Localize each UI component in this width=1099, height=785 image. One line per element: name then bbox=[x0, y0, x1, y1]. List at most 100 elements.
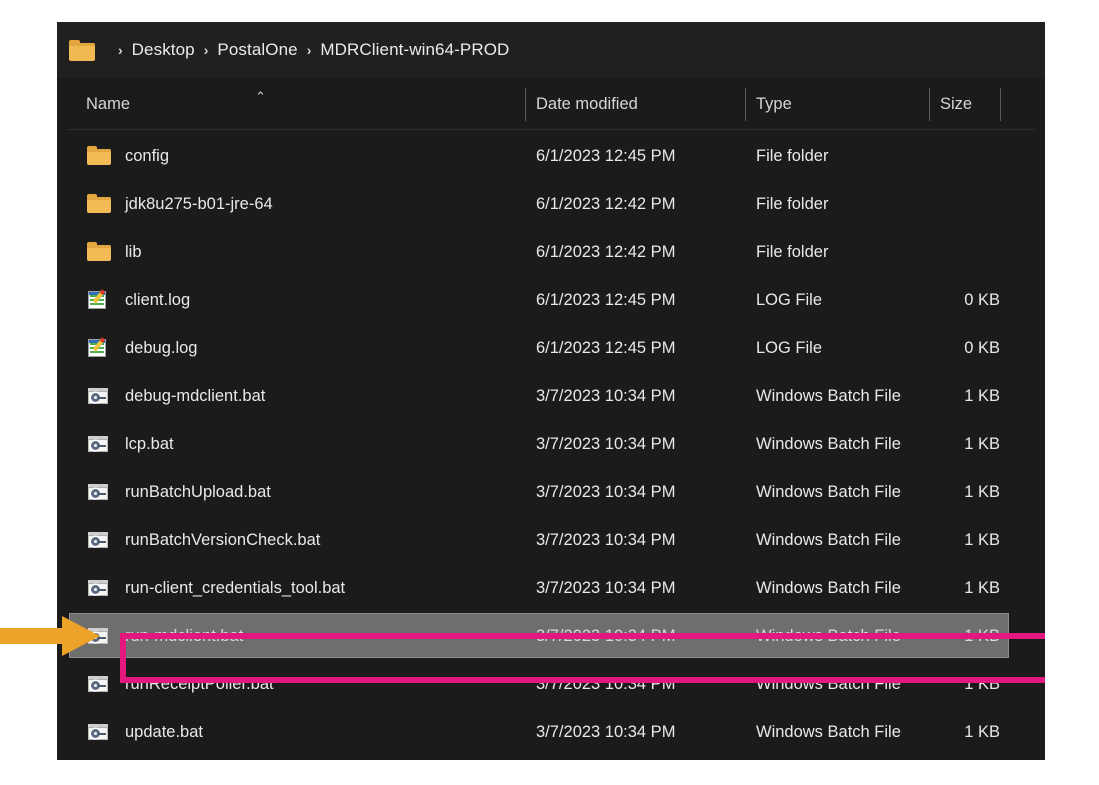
file-date-cell: 6/1/2023 12:45 PM bbox=[536, 132, 675, 180]
column-header-size[interactable]: Size bbox=[929, 78, 972, 130]
breadcrumb-item-desktop[interactable]: Desktop bbox=[132, 40, 195, 60]
file-type-cell: Windows Batch File bbox=[756, 708, 901, 756]
column-header-date-modified[interactable]: Date modified bbox=[525, 78, 638, 130]
file-date-label: 3/7/2023 10:34 PM bbox=[536, 386, 676, 405]
file-date-label: 3/7/2023 10:34 PM bbox=[536, 722, 676, 741]
file-row[interactable]: lib 6/1/2023 12:42 PM File folder bbox=[57, 228, 1045, 276]
column-header-name[interactable]: Name bbox=[75, 78, 130, 130]
file-type-label: Windows Batch File bbox=[756, 674, 901, 693]
file-size-label: 1 KB bbox=[964, 674, 1000, 693]
file-date-label: 6/1/2023 12:45 PM bbox=[536, 146, 676, 165]
file-row[interactable]: debug-mdclient.bat 3/7/2023 10:34 PM Windo… bbox=[57, 372, 1045, 420]
file-name-label: config bbox=[125, 146, 170, 165]
column-divider-4[interactable] bbox=[1000, 88, 1001, 121]
file-date-label: 3/7/2023 10:34 PM bbox=[536, 626, 676, 645]
file-type-cell: File folder bbox=[756, 228, 828, 276]
file-name-label: update.bat bbox=[125, 722, 203, 741]
file-name-label: runBatchVersionCheck.bat bbox=[125, 530, 321, 549]
file-name-cell[interactable]: update.bat bbox=[87, 708, 203, 756]
file-row[interactable]: run-client_credentials_tool.bat 3/7/2023 … bbox=[57, 564, 1045, 612]
file-size-label: 1 KB bbox=[964, 578, 1000, 597]
address-bar[interactable]: › Desktop › PostalOne › MDRClient-win64-… bbox=[57, 22, 1045, 78]
file-date-cell: 3/7/2023 10:34 PM bbox=[536, 420, 675, 468]
file-row[interactable]: runReceiptPoller.bat 3/7/2023 10:34 PM Win… bbox=[57, 660, 1045, 708]
batch-file-icon bbox=[87, 529, 111, 551]
file-date-cell: 3/7/2023 10:34 PM bbox=[536, 612, 675, 660]
column-header-type[interactable]: Type bbox=[745, 78, 792, 130]
file-name-cell[interactable]: client.log bbox=[87, 276, 190, 324]
file-type-label: Windows Batch File bbox=[756, 626, 901, 645]
file-name-cell[interactable]: lcp.bat bbox=[87, 420, 174, 468]
file-type-cell: LOG File bbox=[756, 324, 822, 372]
file-explorer-window: › Desktop › PostalOne › MDRClient-win64-… bbox=[57, 22, 1045, 760]
file-date-cell: 6/1/2023 12:42 PM bbox=[536, 180, 675, 228]
file-row[interactable]: lcp.bat 3/7/2023 10:34 PM Windows Batch Fi… bbox=[57, 420, 1045, 468]
file-name-label: lib bbox=[125, 242, 142, 261]
file-size-label: 1 KB bbox=[964, 530, 1000, 549]
file-name-cell[interactable]: debug-mdclient.bat bbox=[87, 372, 265, 420]
file-name-cell[interactable]: runBatchUpload.bat bbox=[87, 468, 271, 516]
file-size-cell: 1 KB bbox=[940, 420, 1045, 468]
file-name-label: jdk8u275-b01-jre-64 bbox=[125, 194, 273, 213]
file-size-label: 0 KB bbox=[964, 290, 1000, 309]
file-name-cell[interactable]: runBatchVersionCheck.bat bbox=[87, 516, 320, 564]
breadcrumb-item-mdrclient[interactable]: MDRClient-win64-PROD bbox=[320, 40, 509, 60]
breadcrumb-separator-2: › bbox=[306, 42, 312, 58]
file-name-cell[interactable]: debug.log bbox=[87, 324, 198, 372]
file-type-label: Windows Batch File bbox=[756, 434, 901, 453]
file-type-cell: Windows Batch File bbox=[756, 660, 901, 708]
file-size-cell: 1 KB bbox=[940, 516, 1045, 564]
file-row[interactable]: runBatchVersionCheck.bat 3/7/2023 10:34 P… bbox=[57, 516, 1045, 564]
file-date-label: 3/7/2023 10:34 PM bbox=[536, 530, 676, 549]
file-type-cell: File folder bbox=[756, 180, 828, 228]
file-size-cell: 0 KB bbox=[940, 324, 1045, 372]
file-date-label: 3/7/2023 10:34 PM bbox=[536, 578, 676, 597]
file-date-label: 6/1/2023 12:42 PM bbox=[536, 242, 676, 261]
file-date-cell: 6/1/2023 12:42 PM bbox=[536, 228, 675, 276]
file-name-cell[interactable]: run-client_credentials_tool.bat bbox=[87, 564, 345, 612]
file-date-cell: 6/1/2023 12:45 PM bbox=[536, 276, 675, 324]
file-date-label: 3/7/2023 10:34 PM bbox=[536, 674, 676, 693]
file-name-cell[interactable]: runReceiptPoller.bat bbox=[87, 660, 274, 708]
file-row[interactable]: client.log 6/1/2023 12:45 PM LOG File 0 KB bbox=[57, 276, 1045, 324]
file-type-cell: Windows Batch File bbox=[756, 420, 901, 468]
file-name-label: runBatchUpload.bat bbox=[125, 482, 271, 501]
file-row[interactable]: config 6/1/2023 12:45 PM File folder bbox=[57, 132, 1045, 180]
file-row[interactable]: run-mdclient.bat 3/7/2023 10:34 PM Windows… bbox=[57, 612, 1045, 660]
file-name-label: client.log bbox=[125, 290, 191, 309]
pointer-arrow-icon bbox=[0, 616, 100, 656]
breadcrumb-item-postalone[interactable]: PostalOne bbox=[217, 40, 297, 60]
file-name-cell[interactable]: config bbox=[87, 132, 169, 180]
file-date-cell: 3/7/2023 10:34 PM bbox=[536, 708, 675, 756]
file-type-cell: Windows Batch File bbox=[756, 372, 901, 420]
batch-file-icon bbox=[87, 721, 111, 743]
file-date-cell: 3/7/2023 10:34 PM bbox=[536, 516, 675, 564]
file-row[interactable]: jdk8u275-b01-jre-64 6/1/2023 12:42 PM File… bbox=[57, 180, 1045, 228]
file-size-label: 1 KB bbox=[964, 434, 1000, 453]
file-size-cell: 1 KB bbox=[940, 660, 1045, 708]
file-type-label: Windows Batch File bbox=[756, 578, 901, 597]
file-name-cell[interactable]: lib bbox=[87, 228, 142, 276]
file-date-label: 3/7/2023 10:34 PM bbox=[536, 482, 676, 501]
file-type-label: File folder bbox=[756, 242, 829, 261]
file-row[interactable]: debug.log 6/1/2023 12:45 PM LOG File 0 KB bbox=[57, 324, 1045, 372]
file-name-cell[interactable]: run-mdclient.bat bbox=[87, 612, 243, 660]
file-type-cell: Windows Batch File bbox=[756, 516, 901, 564]
file-name-cell[interactable]: jdk8u275-b01-jre-64 bbox=[87, 180, 273, 228]
file-size-cell: 1 KB bbox=[940, 372, 1045, 420]
file-type-label: LOG File bbox=[756, 338, 823, 357]
file-type-label: Windows Batch File bbox=[756, 722, 901, 741]
file-row[interactable]: update.bat 3/7/2023 10:34 PM Windows Batch… bbox=[57, 708, 1045, 756]
file-date-cell: 3/7/2023 10:34 PM bbox=[536, 660, 675, 708]
file-date-label: 3/7/2023 10:34 PM bbox=[536, 434, 676, 453]
file-list: config 6/1/2023 12:45 PM File folder jdk8u2… bbox=[57, 132, 1045, 756]
file-type-label: Windows Batch File bbox=[756, 386, 901, 405]
folder-icon bbox=[87, 193, 111, 215]
file-date-label: 6/1/2023 12:45 PM bbox=[536, 290, 676, 309]
file-name-label: runReceiptPoller.bat bbox=[125, 674, 274, 693]
file-size-label: 1 KB bbox=[964, 722, 1000, 741]
file-date-label: 6/1/2023 12:45 PM bbox=[536, 338, 676, 357]
file-size-cell: 1 KB bbox=[940, 708, 1045, 756]
file-row[interactable]: runBatchUpload.bat 3/7/2023 10:34 PM Windo… bbox=[57, 468, 1045, 516]
file-type-cell: File folder bbox=[756, 132, 828, 180]
